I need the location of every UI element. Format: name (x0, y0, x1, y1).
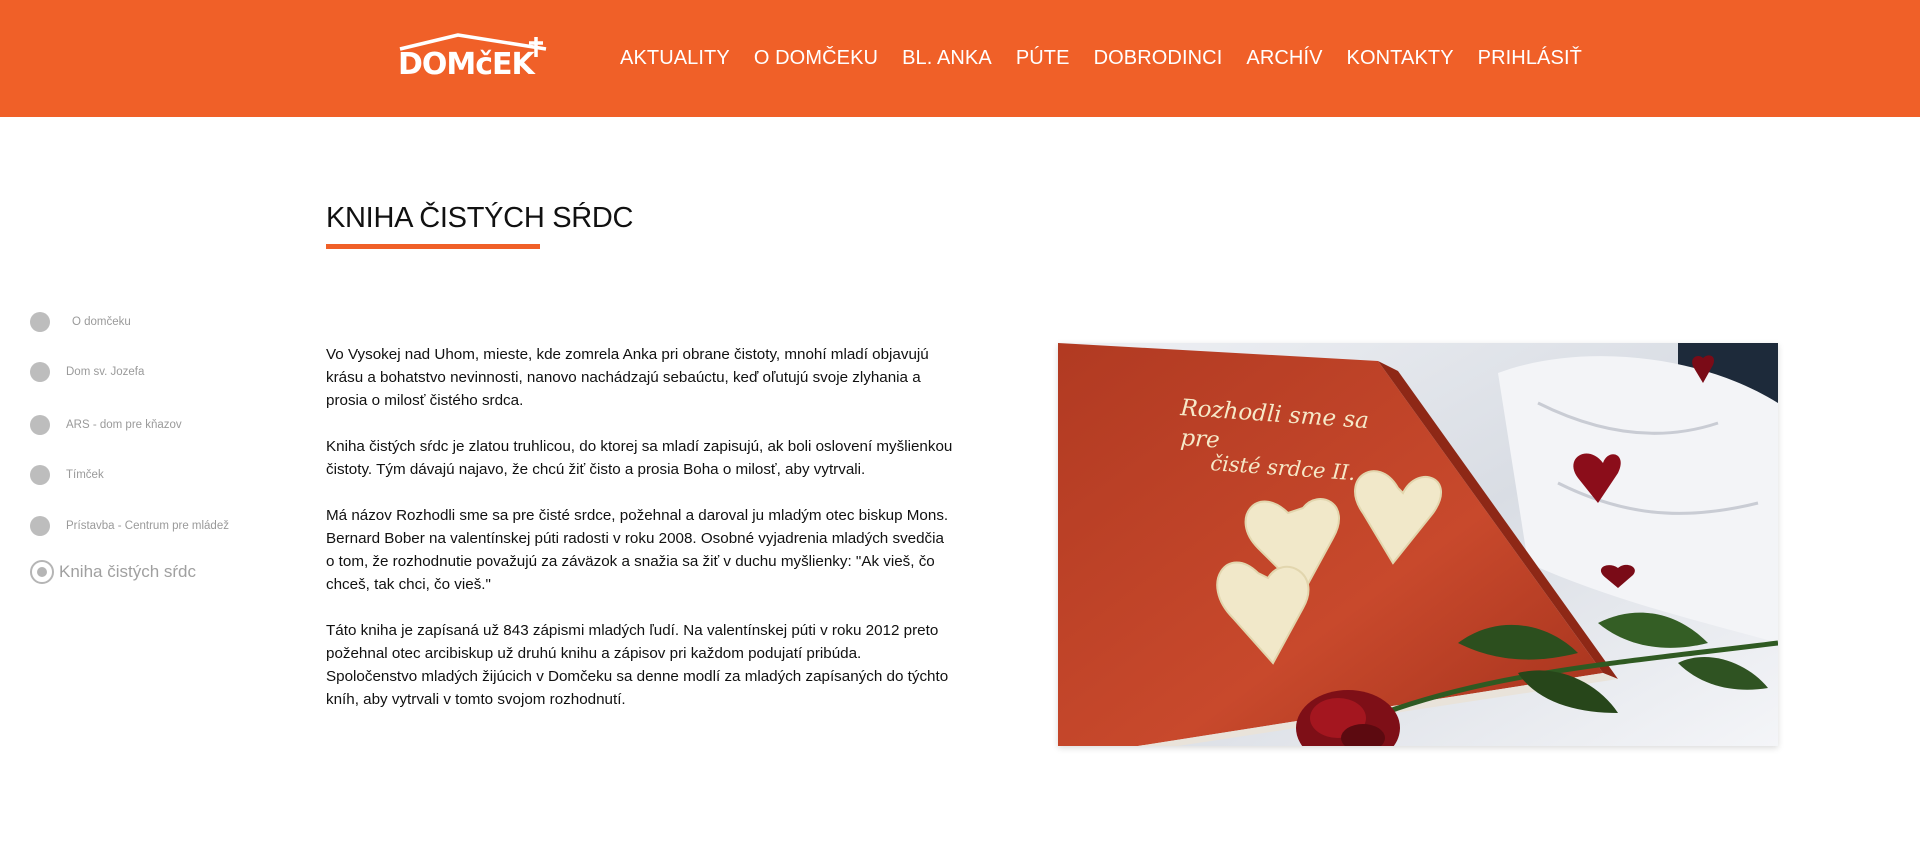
sidebar-item-label: Kniha čistých sŕdc (59, 562, 196, 581)
sidebar-item-label: Tímček (66, 469, 104, 481)
domcek-logo[interactable]: DOMčEK (396, 33, 552, 85)
nav-aktuality[interactable]: AKTUALITY (620, 47, 730, 70)
main-nav: AKTUALITY O DOMČEKU BL. ANKA PÚTE DOBROD… (620, 0, 1606, 117)
bullet-icon (30, 465, 50, 485)
bullet-icon (30, 362, 50, 382)
sidebar-item-label: Dom sv. Jozefa (66, 366, 145, 378)
paragraph: Vo Vysokej nad Uhom, mieste, kde zomrela… (326, 346, 929, 409)
nav-o-domceku[interactable]: O DOMČEKU (754, 47, 878, 70)
sidebar-item-pristavba[interactable]: Prístavba - Centrum pre mládež (30, 516, 229, 536)
paragraph: Táto kniha je zapísaná už 843 zápismi ml… (326, 622, 949, 708)
page-title: KNIHA ČISTÝCH SŔDC (326, 202, 634, 234)
title-underline (326, 244, 540, 249)
bullet-icon (30, 415, 50, 435)
paragraph: Kniha čistých sŕdc je zlatou truhlicou, … (326, 438, 953, 478)
sidebar-item-label: Prístavba - Centrum pre mládež (66, 520, 229, 532)
sidebar-item-ars[interactable]: ARS - dom pre kňazov (30, 415, 182, 435)
article-body: Vo Vysokej nad Uhom, mieste, kde zomrela… (326, 343, 956, 734)
bullet-icon (30, 312, 50, 332)
sidebar-item-label: ARS - dom pre kňazov (66, 419, 182, 431)
sidebar-item-dom-sv-jozefa[interactable]: Dom sv. Jozefa (30, 362, 144, 382)
paragraph: Má názov Rozhodli sme sa pre čisté srdce… (326, 507, 949, 593)
sidebar-item-o-domceku[interactable]: O domčeku (30, 312, 131, 332)
nav-dobrodinci[interactable]: DOBRODINCI (1094, 47, 1223, 70)
nav-kontakty[interactable]: KONTAKTY (1347, 47, 1454, 70)
active-bullet-icon (30, 560, 54, 584)
nav-archiv[interactable]: ARCHÍV (1246, 47, 1322, 70)
sidebar-item-kniha-cistych-srdc[interactable]: Kniha čistých sŕdc (30, 560, 196, 584)
nav-bl-anka[interactable]: BL. ANKA (902, 47, 992, 70)
bullet-icon (30, 516, 50, 536)
book-photo: Rozhodli sme sa pre čisté srdce II. (1058, 343, 1778, 746)
site-header: DOMčEK AKTUALITY O DOMČEKU BL. ANKA PÚTE… (0, 0, 1920, 117)
sidebar-item-timcek[interactable]: Tímček (30, 465, 104, 485)
nav-prihlasit[interactable]: PRIHLÁSIŤ (1478, 47, 1582, 70)
nav-pute[interactable]: PÚTE (1016, 47, 1070, 70)
sidebar-item-label: O domčeku (72, 316, 131, 328)
book-text-line: pre (1180, 425, 1221, 454)
logo-text: DOMčEK (398, 47, 535, 82)
